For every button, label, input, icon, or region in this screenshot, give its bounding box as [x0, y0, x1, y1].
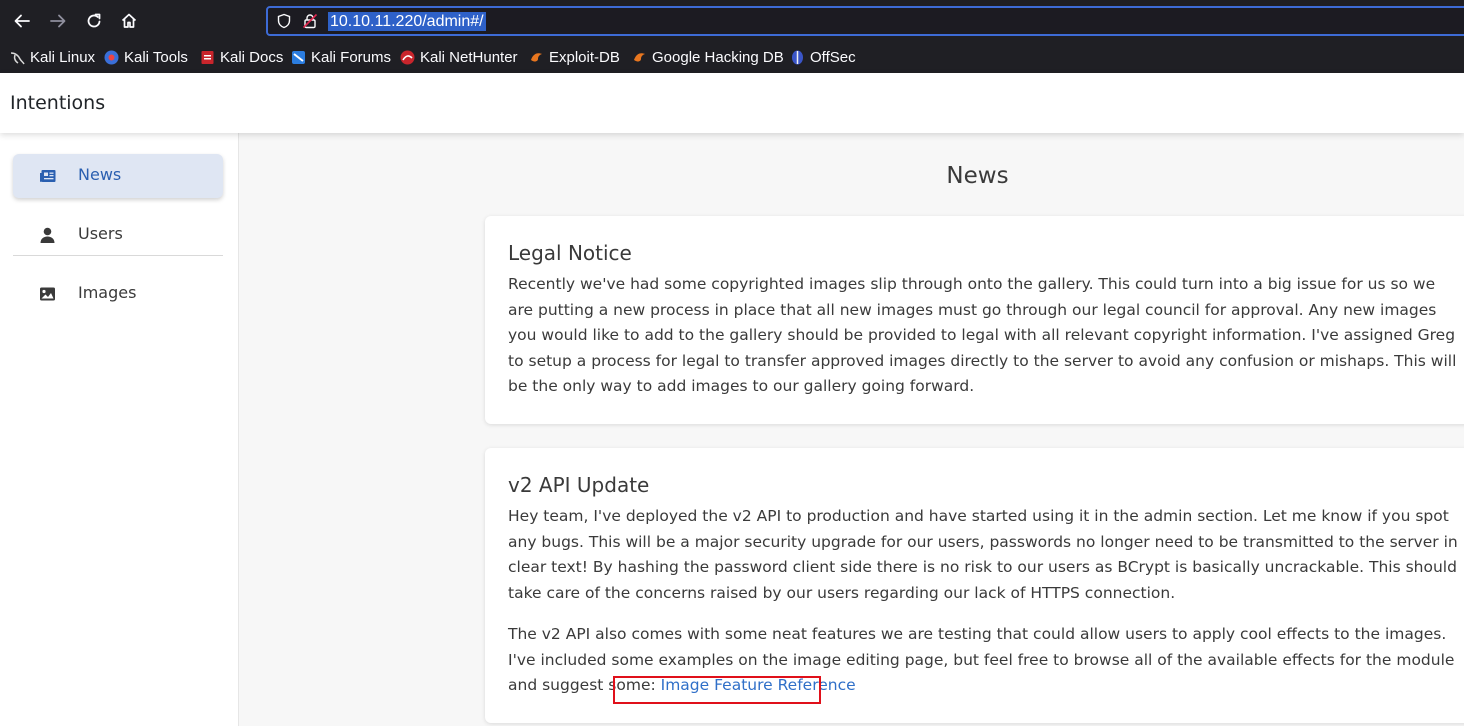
shield-icon[interactable]	[276, 13, 292, 29]
back-button[interactable]	[8, 7, 36, 35]
kali-nethunter-icon	[400, 50, 415, 64]
reload-button[interactable]	[80, 7, 108, 35]
user-icon	[40, 227, 55, 243]
arrow-left-icon	[14, 14, 30, 28]
reload-icon	[87, 13, 101, 28]
bookmark-label: OffSec	[810, 48, 856, 66]
address-bar[interactable]: 10.10.11.220/admin#/	[266, 6, 1464, 36]
bookmark-kali-docs[interactable]: Kali Docs	[200, 47, 283, 67]
exploit-db-icon	[531, 52, 542, 62]
sidebar-divider	[13, 255, 223, 256]
card-body: Hey team, I've deployed the v2 API to pr…	[508, 507, 1458, 602]
bookmark-label: Kali Tools	[124, 48, 188, 66]
highlight-box	[613, 676, 821, 704]
kali-docs-icon	[201, 50, 214, 64]
bookmarks-bar: Kali Linux Kali Tools Kali Docs Kali For…	[0, 42, 1464, 73]
arrow-right-icon	[50, 14, 66, 28]
forward-button[interactable]	[44, 7, 72, 35]
newspaper-icon	[39, 170, 56, 183]
bookmark-label: Exploit-DB	[549, 48, 620, 66]
bookmark-label: Kali Linux	[30, 48, 96, 66]
app-header: Intentions	[0, 73, 1464, 133]
sidebar: News Users Images	[0, 133, 239, 726]
bookmark-google-hacking-db[interactable]: Google Hacking DB	[632, 47, 784, 67]
sidebar-item-news[interactable]: News	[13, 154, 223, 198]
offsec-icon	[792, 50, 803, 64]
bookmark-kali-nethunter[interactable]: Kali NetHunter	[400, 47, 518, 67]
url-text[interactable]: 10.10.11.220/admin#/	[328, 12, 486, 31]
app-title[interactable]: Intentions	[10, 92, 105, 114]
image-icon	[40, 287, 55, 301]
bookmark-exploit-db[interactable]: Exploit-DB	[529, 47, 620, 67]
bookmark-kali-linux[interactable]: Kali Linux	[10, 47, 95, 67]
bookmark-label: Kali NetHunter	[420, 48, 518, 66]
home-icon	[121, 13, 137, 28]
news-card-v2-api-update: v2 API Update Hey team, I've deployed th…	[485, 448, 1464, 723]
bookmark-label: Kali Docs	[220, 48, 284, 66]
card-title: Legal Notice	[508, 241, 632, 265]
home-button[interactable]	[115, 7, 143, 35]
bookmark-kali-tools[interactable]: Kali Tools	[104, 47, 188, 67]
page-title: News	[946, 163, 1009, 189]
kali-tools-icon	[104, 50, 119, 64]
ghdb-icon	[634, 52, 645, 62]
bookmark-label: Google Hacking DB	[652, 48, 784, 66]
kali-forums-icon	[292, 50, 305, 64]
bookmark-kali-forums[interactable]: Kali Forums	[291, 47, 391, 67]
news-card-legal-notice: Legal Notice Recently we've had some cop…	[485, 216, 1464, 424]
browser-toolbar: 10.10.11.220/admin#/ Kali Linux Kali Too…	[0, 0, 1464, 73]
main-content: News Legal Notice Recently we've had som…	[239, 133, 1464, 726]
bookmark-label: Kali Forums	[311, 48, 392, 66]
sidebar-item-label: Images	[78, 283, 137, 302]
card-title: v2 API Update	[508, 473, 650, 497]
bookmark-offsec[interactable]: OffSec	[790, 47, 856, 67]
sidebar-item-users[interactable]: Users	[13, 213, 223, 257]
insecure-lock-icon[interactable]	[302, 13, 318, 29]
kali-dragon-icon	[10, 51, 25, 64]
navigation-bar: 10.10.11.220/admin#/	[0, 0, 1464, 42]
card-body: Recently we've had some copyrighted imag…	[508, 275, 1457, 396]
sidebar-item-images[interactable]: Images	[13, 272, 223, 316]
sidebar-item-label: News	[78, 165, 122, 184]
sidebar-item-label: Users	[78, 224, 123, 243]
